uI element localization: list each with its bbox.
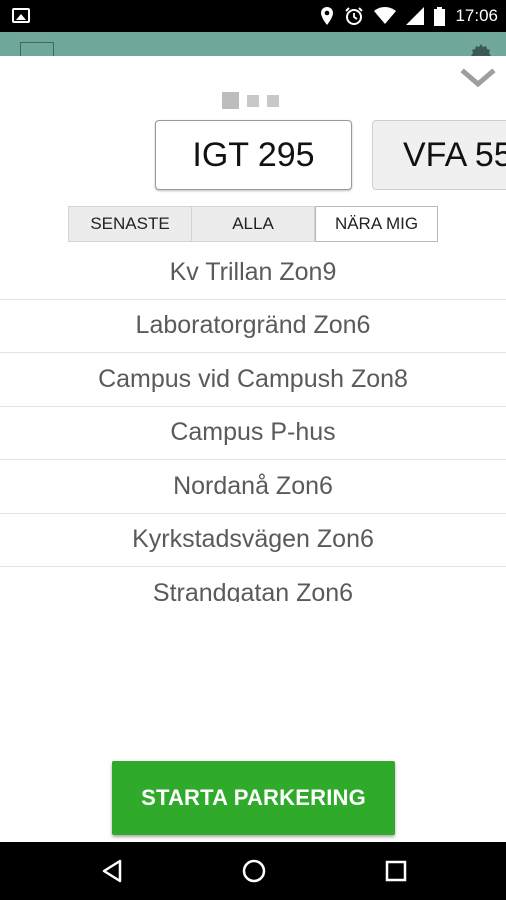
- filter-nara-mig-button[interactable]: NÄRA MIG: [315, 206, 438, 242]
- page-dot-2: [247, 94, 259, 107]
- clock: 17:06: [455, 6, 498, 25]
- status-icons: 17:06: [320, 4, 498, 28]
- gear-icon[interactable]: [470, 44, 492, 56]
- zone-list-item[interactable]: Strandgatan Zon6: [0, 567, 506, 602]
- home-icon[interactable]: [239, 856, 269, 886]
- back-icon[interactable]: [98, 856, 128, 886]
- zone-list-item[interactable]: Kyrkstadsvägen Zon6: [0, 514, 506, 567]
- wifi-icon: [374, 7, 397, 24]
- zone-list[interactable]: Kv Trillan Zon9 Laboratorgränd Zon6 Camp…: [0, 246, 506, 602]
- gallery-icon: [12, 8, 30, 23]
- zone-list-item[interactable]: Laboratorgränd Zon6: [0, 300, 506, 353]
- parking-sheet: IGT 295 VFA 55 SENASTE ALLA NÄRA MIG Kv …: [0, 56, 506, 842]
- page-dot-3: [267, 94, 279, 107]
- filter-senaste-button[interactable]: SENASTE: [68, 206, 192, 242]
- filter-alla-button[interactable]: ALLA: [192, 206, 315, 242]
- app-header: [0, 32, 506, 56]
- alarm-icon: [345, 7, 364, 25]
- app-logo: [20, 42, 54, 56]
- zone-list-item[interactable]: Campus vid Campush Zon8: [0, 353, 506, 407]
- chevron-down-icon[interactable]: [460, 66, 496, 92]
- location-icon: [321, 7, 334, 25]
- zone-list-item[interactable]: Kv Trillan Zon9: [0, 246, 506, 300]
- vehicle-carousel[interactable]: IGT 295 VFA 55: [0, 120, 506, 192]
- status-bar: 17:06: [0, 0, 506, 32]
- page-indicator: [222, 92, 279, 109]
- recents-icon[interactable]: [381, 856, 411, 886]
- zone-list-item[interactable]: Campus P-hus: [0, 407, 506, 460]
- navigation-bar: [0, 842, 506, 900]
- start-parking-button[interactable]: STARTA PARKERING: [112, 761, 395, 835]
- battery-icon: [434, 6, 446, 26]
- page-dot-1: [222, 92, 239, 109]
- zone-filter-tabs: SENASTE ALLA NÄRA MIG: [68, 206, 438, 242]
- zone-list-item[interactable]: Nordanå Zon6: [0, 460, 506, 514]
- vehicle-plate-vfa-55[interactable]: VFA 55: [372, 120, 506, 190]
- vehicle-plate-igt-295[interactable]: IGT 295: [155, 120, 352, 190]
- cellular-icon: [406, 7, 425, 25]
